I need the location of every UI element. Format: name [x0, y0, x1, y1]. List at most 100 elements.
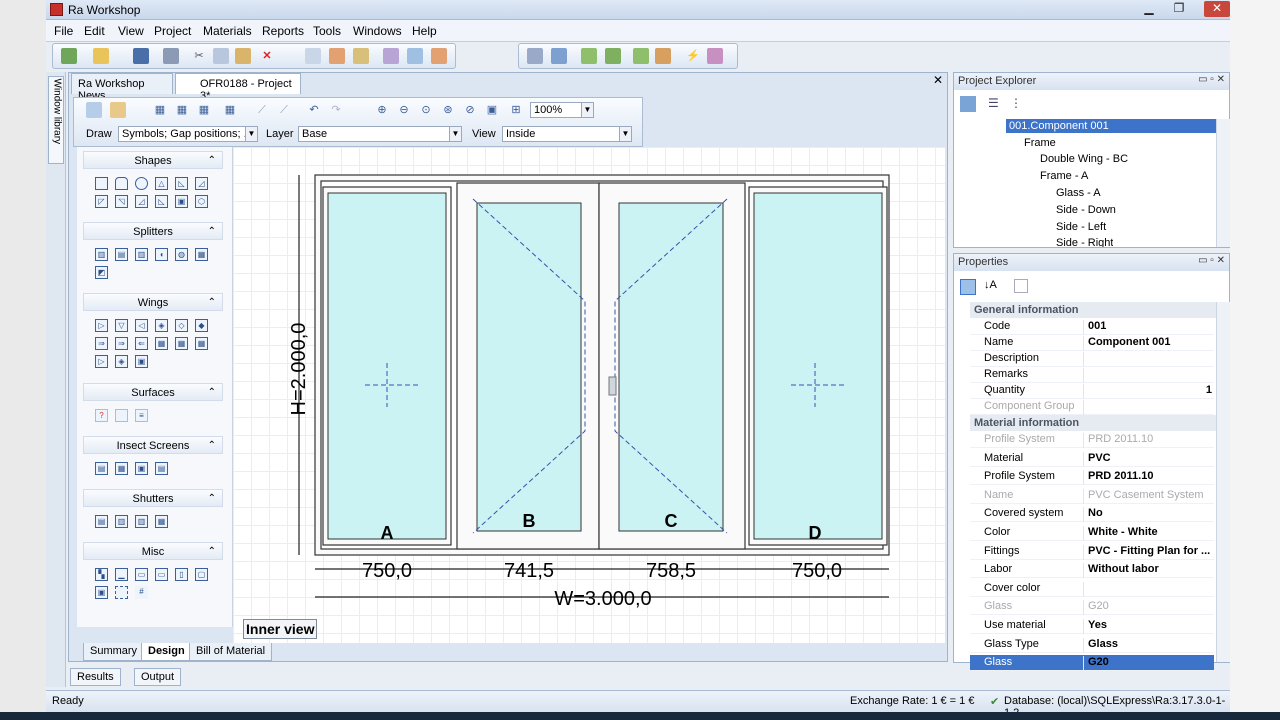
property-value[interactable]: Glass — [1088, 638, 1212, 650]
circle-split-icon[interactable]: ◍ — [175, 248, 188, 261]
grid3-icon[interactable]: ▦ — [196, 102, 212, 118]
new-icon[interactable] — [61, 48, 77, 64]
gen-property-row[interactable]: Component Group — [970, 399, 1214, 415]
screen2-icon[interactable]: ▦ — [115, 462, 128, 475]
quad2-shape-icon[interactable]: ◺ — [155, 195, 168, 208]
menu-materials[interactable]: Materials — [203, 24, 252, 38]
mat-property-row[interactable]: Profile System PRD 2011.10 — [970, 432, 1214, 448]
select-icon[interactable] — [86, 102, 102, 118]
print-icon[interactable] — [163, 48, 179, 64]
layer-select[interactable]: Base ▼ — [298, 126, 462, 142]
right-triangle-shape-icon[interactable]: ◺ — [175, 177, 188, 190]
multisplit-icon[interactable]: ▥ — [135, 248, 148, 261]
shutter2-icon[interactable]: ▥ — [115, 515, 128, 528]
screen4-icon[interactable]: ▤ — [155, 462, 168, 475]
zoom-out-icon[interactable]: ⊖ — [396, 102, 412, 118]
section-shutters[interactable]: Shutters ⌃ — [83, 489, 223, 507]
slope-shape-icon[interactable]: ◿ — [195, 177, 208, 190]
calc-icon[interactable] — [383, 48, 399, 64]
quad-shape-icon[interactable]: ◿ — [135, 195, 148, 208]
misc4-icon[interactable]: ▭ — [155, 568, 168, 581]
mat-property-row[interactable]: Material PVC — [970, 451, 1214, 467]
mat-property-row[interactable]: Fittings PVC - Fitting Plan for ... — [970, 544, 1214, 560]
wing4-icon[interactable]: ◈ — [155, 319, 168, 332]
arch-shape-icon[interactable] — [115, 177, 128, 190]
tree-item-double-wing[interactable]: Double Wing - BC — [1040, 153, 1128, 165]
close-button[interactable]: ✕ — [1204, 1, 1230, 17]
wing1-icon[interactable]: ▷ — [95, 319, 108, 332]
misc9-icon[interactable]: # — [135, 586, 148, 599]
wing14-icon[interactable]: ◈ — [115, 355, 128, 368]
refresh-icon[interactable] — [527, 48, 543, 64]
trapezoid-shape-icon[interactable]: ◸ — [95, 195, 108, 208]
property-value[interactable]: G20 — [1088, 656, 1212, 668]
wing7-icon[interactable]: ⇒ — [95, 337, 108, 350]
rect-shape-icon[interactable] — [95, 177, 108, 190]
wing3-icon[interactable]: ◁ — [135, 319, 148, 332]
triangle-shape-icon[interactable]: △ — [155, 177, 168, 190]
folder-add-icon[interactable] — [581, 48, 597, 64]
sort-az-icon[interactable]: ↓A — [984, 279, 997, 291]
misc3-icon[interactable]: ▭ — [135, 568, 148, 581]
grid-icon[interactable]: ▦ — [152, 102, 168, 118]
wing9-icon[interactable]: ⇐ — [135, 337, 148, 350]
grid4-icon[interactable]: ▦ — [222, 102, 238, 118]
surface-unknown-icon[interactable]: ? — [95, 409, 108, 422]
tree-item-component[interactable]: 001.Component 001 — [1006, 119, 1218, 133]
pan-icon[interactable] — [110, 102, 126, 118]
restore-button[interactable]: ❐ — [1168, 1, 1190, 17]
report-icon[interactable] — [329, 48, 345, 64]
screen1-icon[interactable]: ▤ — [95, 462, 108, 475]
cut-icon[interactable]: ✂ — [191, 48, 207, 64]
misc7-icon[interactable]: ▣ — [95, 586, 108, 599]
flash-icon[interactable]: ⚡ — [685, 48, 701, 64]
menu-edit[interactable]: Edit — [84, 24, 105, 38]
mat-property-row[interactable]: Glass Type Glass — [970, 637, 1214, 653]
trapezoid2-shape-icon[interactable]: ◹ — [115, 195, 128, 208]
misc2-icon[interactable]: ▁ — [115, 568, 128, 581]
misc5-icon[interactable]: ▯ — [175, 568, 188, 581]
tab-project[interactable]: OFR0188 - Project 3* — [175, 73, 301, 102]
minimize-button[interactable]: ▁ — [1138, 1, 1160, 17]
settings-icon[interactable] — [655, 48, 671, 64]
misc6-icon[interactable]: ▢ — [195, 568, 208, 581]
tab-design[interactable]: Design — [141, 643, 192, 661]
section-surfaces[interactable]: Surfaces ⌃ — [83, 383, 223, 401]
view-select[interactable]: Inside ▼ — [502, 126, 632, 142]
refresh-tree-icon[interactable] — [960, 96, 976, 112]
export-icon[interactable] — [353, 48, 369, 64]
tab-news[interactable]: Ra Workshop News — [71, 73, 173, 102]
property-value[interactable]: PRD 2011.10 — [1088, 433, 1212, 445]
gen-property-row[interactable]: Quantity 1 — [970, 383, 1214, 399]
tab-bill-of-material[interactable]: Bill of Material — [189, 643, 273, 661]
property-value[interactable]: PVC — [1088, 452, 1212, 464]
doc-icon[interactable] — [431, 48, 447, 64]
grid-split-icon[interactable]: ▦ — [195, 248, 208, 261]
tree-scrollbar[interactable] — [1216, 119, 1230, 247]
section-splitters[interactable]: Splitters ⌃ — [83, 222, 223, 240]
tool1-icon[interactable]: ⟋ — [254, 102, 270, 118]
arc-split-icon[interactable]: ◖ — [155, 248, 168, 261]
category-general[interactable]: General information — [970, 302, 1220, 318]
diag-split-icon[interactable]: ◩ — [95, 266, 108, 279]
window-icon[interactable] — [407, 48, 423, 64]
window-drawing[interactable]: H=2.000,0 W=3.000,0 A B C D 750,0 741,5 … — [233, 147, 945, 643]
property-value[interactable]: White - White — [1088, 526, 1212, 538]
property-value[interactable]: Yes — [1088, 619, 1212, 631]
tool2-icon[interactable]: ⟋ — [276, 102, 292, 118]
property-value[interactable]: PVC - Fitting Plan for ... — [1088, 545, 1212, 557]
tab-summary[interactable]: Summary — [83, 643, 145, 661]
wing6-icon[interactable]: ◆ — [195, 319, 208, 332]
tree-item-frame[interactable]: Frame — [1024, 137, 1056, 149]
section-misc[interactable]: Misc ⌃ — [83, 542, 223, 560]
grid2-icon[interactable]: ▦ — [174, 102, 190, 118]
surface-panel-icon[interactable]: ≡ — [135, 409, 148, 422]
wing13-icon[interactable]: ▷ — [95, 355, 108, 368]
close-doc-icon[interactable]: ✕ — [933, 73, 943, 87]
property-value[interactable]: 1 — [1088, 384, 1212, 396]
section-shapes[interactable]: Shapes ⌃ — [83, 151, 223, 169]
wing5-icon[interactable]: ◇ — [175, 319, 188, 332]
misc1-icon[interactable]: ▚ — [95, 568, 108, 581]
property-value[interactable]: PVC Casement System — [1088, 489, 1212, 501]
wing8-icon[interactable]: ⇒ — [115, 337, 128, 350]
